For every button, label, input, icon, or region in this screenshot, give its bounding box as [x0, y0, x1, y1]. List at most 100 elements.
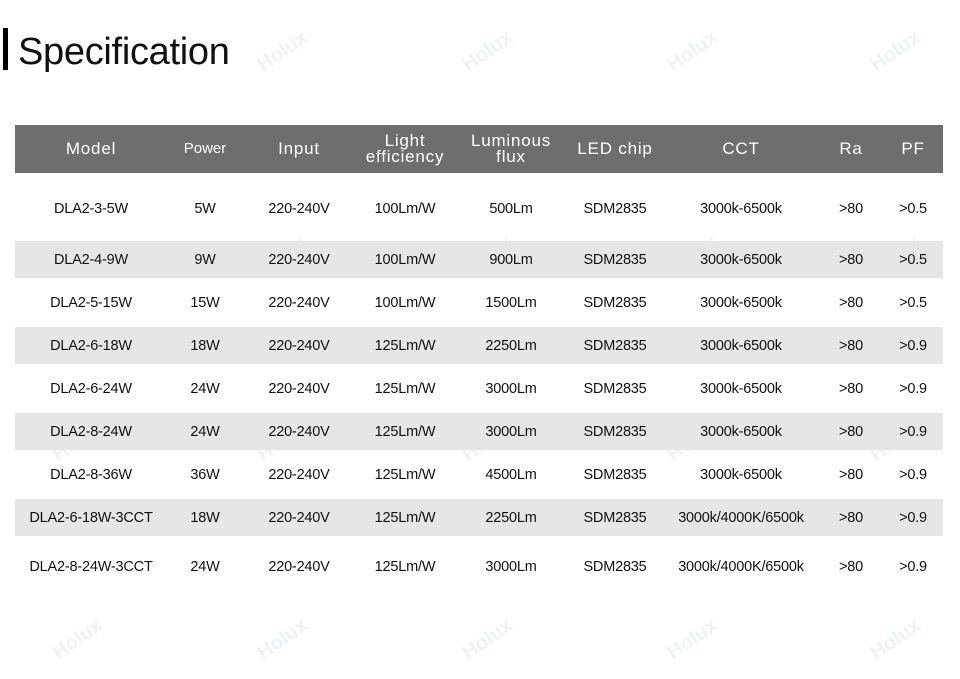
cell-pf: >0.9	[899, 466, 927, 483]
header-line: Input	[278, 139, 320, 158]
cell-ra: >80	[819, 499, 883, 536]
cell-input: 220-240V	[243, 327, 355, 364]
cell-power: 5W	[194, 201, 216, 217]
cell-light-efficiency: 125Lm/W	[355, 499, 455, 536]
header-model: Model	[15, 125, 167, 173]
cell-luminous-flux: 2250Lm	[455, 499, 567, 536]
spec-page: Specification Holux Holux Holux Holux Holux H…	[0, 0, 960, 679]
cell-pf: >0.5	[899, 201, 927, 217]
cell-cct: 3000k-6500k	[663, 241, 819, 278]
title-accent-bar	[3, 28, 8, 70]
header-input: Input	[243, 125, 355, 173]
table-header-row: Model Power Input Light efficiency Luminous fl…	[15, 125, 943, 173]
cell-pf: >0.9	[883, 413, 943, 450]
table-row: DLA2-6-24W 24W 220-240V 125Lm/W 3000Lm SDM283…	[15, 364, 943, 413]
header-luminous-flux: Luminous flux	[455, 125, 567, 173]
cell-luminous-flux: 3000Lm	[485, 380, 537, 397]
cell-light-efficiency: 100Lm/W	[355, 241, 455, 278]
cell-cct: 3000k/4000K/6500k	[663, 499, 819, 536]
cell-input: 220-240V	[243, 241, 355, 278]
page-title: Specification	[18, 31, 230, 73]
spec-table: Model Power Input Light efficiency Luminous fl…	[15, 125, 943, 597]
cell-luminous-flux: 3000Lm	[485, 558, 537, 575]
cell-model: DLA2-5-15W	[50, 294, 132, 311]
header-ra: Ra	[819, 125, 883, 173]
watermark-logo: Holux	[663, 26, 722, 77]
table-row: DLA2-8-36W 36W 220-240V 125Lm/W 4500Lm SDM283…	[15, 450, 943, 499]
cell-model: DLA2-6-24W	[50, 380, 132, 397]
header-line: Power	[183, 140, 227, 157]
cell-led-chip: SDM2835	[583, 466, 647, 483]
table-row: DLA2-3-5W 5W 220-240V 100Lm/W 500Lm SDM2835 30…	[15, 173, 943, 241]
cell-luminous-flux: 900Lm	[455, 241, 567, 278]
cell-ra: >80	[839, 558, 863, 575]
cell-power: 24W	[190, 380, 220, 397]
header-line: efficiency	[365, 147, 445, 166]
header-power: Power	[167, 125, 243, 173]
cell-cct: 3000k-6500k	[700, 294, 782, 311]
watermark-logo: Holux	[458, 26, 517, 77]
table-row: DLA2-8-24W 24W 220-240V 125Lm/W 3000Lm SDM283…	[15, 413, 943, 450]
watermark-logo: Holux	[253, 614, 312, 665]
cell-model: DLA2-6-18W-3CCT	[15, 499, 167, 536]
cell-cct: 3000k-6500k	[663, 413, 819, 450]
cell-power: 24W	[190, 558, 220, 575]
cell-pf: >0.9	[883, 327, 943, 364]
cell-power: 18W	[167, 499, 243, 536]
cell-pf: >0.5	[899, 294, 927, 311]
cell-luminous-flux: 500Lm	[489, 201, 533, 217]
table-body: DLA2-3-5W 5W 220-240V 100Lm/W 500Lm SDM2835 30…	[15, 173, 943, 597]
cell-cct: 3000k-6500k	[700, 201, 782, 217]
cell-light-efficiency: 125Lm/W	[374, 380, 436, 397]
cell-power: 15W	[190, 294, 220, 311]
cell-ra: >80	[839, 380, 863, 397]
cell-ra: >80	[819, 327, 883, 364]
cell-ra: >80	[839, 466, 863, 483]
watermark-logo: Holux	[458, 614, 517, 665]
cell-light-efficiency: 125Lm/W	[355, 413, 455, 450]
cell-power: 24W	[167, 413, 243, 450]
cell-input: 220-240V	[268, 201, 330, 217]
watermark-logo: Holux	[866, 614, 925, 665]
header-line: LED chip	[577, 139, 653, 158]
cell-input: 220-240V	[243, 413, 355, 450]
cell-model: DLA2-6-18W	[15, 327, 167, 364]
table-row: DLA2-6-18W 18W 220-240V 125Lm/W 2250Lm SDM283…	[15, 327, 943, 364]
cell-led-chip: SDM2835	[567, 413, 663, 450]
cell-cct: 3000k-6500k	[700, 380, 782, 397]
cell-light-efficiency: 125Lm/W	[374, 466, 436, 483]
header-line: Ra	[839, 139, 863, 158]
cell-input: 220-240V	[268, 294, 330, 311]
cell-light-efficiency: 100Lm/W	[374, 294, 436, 311]
cell-cct: 3000k-6500k	[700, 466, 782, 483]
cell-led-chip: SDM2835	[567, 327, 663, 364]
header-led-chip: LED chip	[567, 125, 663, 173]
cell-ra: >80	[839, 201, 863, 217]
cell-model: DLA2-4-9W	[15, 241, 167, 278]
cell-luminous-flux: 2250Lm	[455, 327, 567, 364]
cell-input: 220-240V	[268, 380, 330, 397]
cell-led-chip: SDM2835	[567, 499, 663, 536]
header-cct: CCT	[663, 125, 819, 173]
cell-pf: >0.5	[883, 241, 943, 278]
cell-led-chip: SDM2835	[567, 241, 663, 278]
cell-pf: >0.9	[899, 558, 927, 575]
cell-pf: >0.9	[883, 499, 943, 536]
cell-model: DLA2-8-24W-3CCT	[29, 558, 153, 575]
cell-luminous-flux: 4500Lm	[485, 466, 537, 483]
cell-power: 18W	[167, 327, 243, 364]
cell-power: 36W	[190, 466, 220, 483]
cell-led-chip: SDM2835	[583, 380, 647, 397]
cell-cct: 3000k/4000K/6500k	[678, 558, 804, 575]
header-line: flux	[496, 147, 526, 166]
table-row: DLA2-5-15W 15W 220-240V 100Lm/W 1500Lm SDM283…	[15, 278, 943, 327]
cell-input: 220-240V	[243, 499, 355, 536]
table-row: DLA2-6-18W-3CCT 18W 220-240V 125Lm/W 2250Lm S…	[15, 499, 943, 536]
cell-light-efficiency: 125Lm/W	[374, 558, 436, 575]
cell-led-chip: SDM2835	[583, 294, 647, 311]
cell-led-chip: SDM2835	[583, 558, 647, 575]
table-row: DLA2-4-9W 9W 220-240V 100Lm/W 900Lm SDM2835 30…	[15, 241, 943, 278]
cell-power: 9W	[167, 241, 243, 278]
header-pf: PF	[883, 125, 943, 173]
header-light-efficiency: Light efficiency	[355, 125, 455, 173]
